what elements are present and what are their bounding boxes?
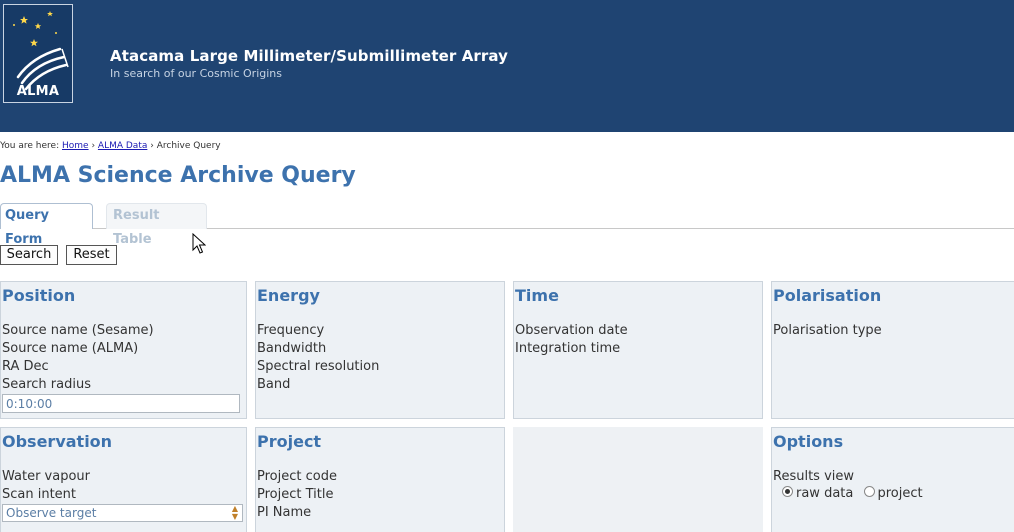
alma-logo[interactable]: ALMA	[3, 4, 73, 103]
tab-result-table[interactable]: Result Table	[106, 203, 207, 247]
polarisation-fields: Polarisation type	[773, 322, 882, 340]
panel-observation: Observation Water vapour Scan intent Obs…	[0, 427, 247, 532]
tab-query-form[interactable]: Query Form	[0, 203, 93, 247]
field-bandwidth[interactable]: Bandwidth	[257, 340, 379, 358]
search-button[interactable]: Search	[0, 245, 58, 265]
breadcrumb-alma-data-link[interactable]: ALMA Data	[98, 141, 147, 151]
panel-energy: Energy Frequency Bandwidth Spectral reso…	[255, 281, 505, 419]
field-spectral-resolution[interactable]: Spectral resolution	[257, 358, 379, 376]
panel-project: Project Project code Project Title PI Na…	[255, 427, 505, 532]
panel-title-time: Time	[515, 286, 559, 305]
position-fields: Source name (Sesame) Source name (ALMA) …	[2, 322, 154, 394]
panel-title-options: Options	[773, 432, 844, 451]
field-pi-name[interactable]: PI Name	[257, 504, 337, 522]
site-header: ALMA Atacama Large Millimeter/Submillime…	[0, 0, 1014, 132]
field-source-name-alma: Source name (ALMA)	[2, 341, 139, 356]
reset-button[interactable]: Reset	[66, 245, 117, 265]
field-frequency[interactable]: Frequency	[257, 322, 379, 340]
panel-title-energy: Energy	[257, 286, 320, 305]
field-polarisation-type[interactable]: Polarisation type	[773, 322, 882, 340]
field-observation-date[interactable]: Observation date	[515, 322, 628, 340]
site-title: Atacama Large Millimeter/Submillimeter A…	[110, 47, 509, 65]
breadcrumb: You are here: Home › ALMA Data › Archive…	[0, 141, 221, 151]
results-view-radio-group: raw data project	[782, 486, 929, 501]
observation-fields: Water vapour Scan intent	[2, 468, 90, 504]
field-source-name-sesame: Source name (Sesame)	[2, 323, 154, 338]
panel-title-polarisation: Polarisation	[773, 286, 882, 305]
page-title: ALMA Science Archive Query	[0, 163, 356, 188]
project-fields: Project code Project Title PI Name	[257, 468, 337, 522]
panel-title-project: Project	[257, 432, 322, 451]
panel-time: Time Observation date Integration time	[513, 281, 763, 419]
panel-empty	[513, 427, 763, 532]
logo-text: ALMA	[16, 84, 60, 99]
scan-intent-select[interactable]: Observe target ▲ ▼	[2, 504, 243, 522]
field-integration-time[interactable]: Integration time	[515, 340, 628, 358]
breadcrumb-separator: ›	[91, 141, 96, 151]
panel-title-position: Position	[2, 286, 76, 305]
radio-project[interactable]	[863, 486, 875, 497]
field-project-code[interactable]: Project code	[257, 468, 337, 486]
radio-project-label[interactable]: project	[878, 486, 923, 501]
panel-polarisation: Polarisation Polarisation type	[771, 281, 1014, 419]
field-water-vapour[interactable]: Water vapour	[2, 468, 90, 486]
mouse-cursor-icon	[192, 233, 206, 254]
field-band[interactable]: Band	[257, 376, 379, 394]
scan-intent-selected-value: Observe target	[6, 506, 97, 520]
search-radius-input[interactable]	[2, 394, 240, 413]
panel-title-observation: Observation	[2, 432, 113, 451]
select-arrows-icon: ▲ ▼	[231, 504, 238, 521]
panel-position: Position Source name (Sesame) Source nam…	[0, 281, 247, 419]
breadcrumb-separator: ›	[150, 141, 154, 151]
options-fields: Results view	[773, 468, 854, 486]
breadcrumb-current: Archive Query	[156, 141, 221, 151]
radio-raw-data[interactable]	[782, 486, 793, 497]
field-ra-dec: RA Dec	[2, 359, 49, 374]
energy-fields: Frequency Bandwidth Spectral resolution …	[257, 322, 379, 394]
field-project-title[interactable]: Project Title	[257, 486, 337, 504]
time-fields: Observation date Integration time	[515, 322, 628, 358]
breadcrumb-prefix: You are here:	[0, 141, 60, 151]
panel-options: Options Results view raw data project	[771, 427, 1014, 532]
field-results-view: Results view	[773, 469, 855, 484]
field-search-radius: Search radius	[2, 377, 91, 392]
breadcrumb-home-link[interactable]: Home	[62, 141, 89, 151]
field-scan-intent: Scan intent	[2, 487, 77, 502]
radio-raw-data-label[interactable]: raw data	[796, 486, 853, 501]
site-subtitle: In search of our Cosmic Origins	[110, 67, 283, 80]
